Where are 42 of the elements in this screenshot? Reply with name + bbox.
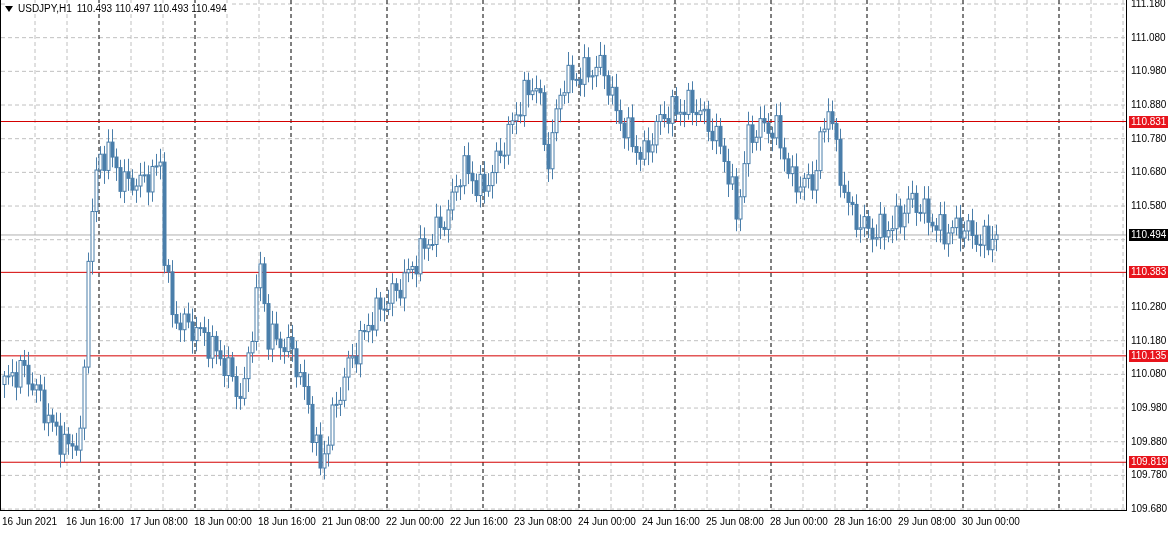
time-axis-label: 18 Jun 16:00: [258, 516, 316, 527]
time-axis-label: 18 Jun 00:00: [194, 516, 252, 527]
symbol-label: USDJPY,H1: [18, 3, 72, 14]
time-axis-label: 25 Jun 08:00: [706, 516, 764, 527]
price-tick-label: 110.280: [1131, 301, 1167, 313]
price-tick-label: 110.080: [1131, 368, 1167, 381]
price-tick-label: 110.580: [1131, 200, 1167, 212]
time-axis-label: 16 Jun 2021: [2, 516, 58, 527]
price-level-label: 110.135: [1129, 349, 1168, 362]
price-tick-label: 111.080: [1131, 31, 1166, 44]
price-tick-label: 109.980: [1131, 402, 1168, 415]
price-level-line[interactable]: [1, 121, 1126, 122]
price-tick-label: 110.980: [1131, 65, 1167, 78]
time-axis-label: 22 Jun 00:00: [386, 516, 444, 527]
price-tick-label: 110.880: [1131, 99, 1167, 111]
ohlc-values: 110.493 110.497 110.493 110.494: [76, 3, 227, 14]
time-axis-label: 24 Jun 16:00: [642, 516, 700, 527]
price-level-line[interactable]: [1, 355, 1126, 357]
price-level-label: 110.383: [1129, 266, 1168, 279]
price-tick-label: 110.680: [1131, 166, 1167, 179]
time-axis-label: 22 Jun 16:00: [450, 516, 508, 527]
time-axis-label: 28 Jun 16:00: [834, 516, 892, 527]
price-tick-label: 110.780: [1131, 132, 1167, 145]
current-price-label: 110.494: [1129, 228, 1168, 241]
time-axis-label: 17 Jun 08:00: [130, 516, 188, 527]
price-tick-label: 109.680: [1131, 503, 1168, 516]
time-axis-label: 16 Jun 16:00: [66, 516, 124, 527]
time-axis-label: 30 Jun 00:00: [962, 516, 1020, 527]
dropdown-triangle-icon[interactable]: [5, 5, 13, 12]
price-tick-label: 109.880: [1131, 435, 1168, 448]
time-axis-label: 23 Jun 08:00: [514, 516, 572, 527]
time-axis-label: 29 Jun 08:00: [898, 516, 956, 527]
price-tick-label: 109.780: [1131, 469, 1168, 482]
price-level-label: 109.819: [1129, 456, 1168, 469]
price-level-label: 110.831: [1129, 115, 1168, 128]
price-tick-label: 110.180: [1131, 334, 1167, 347]
price-level-line[interactable]: [1, 271, 1126, 273]
time-axis-label: 24 Jun 00:00: [578, 516, 636, 527]
time-axis-label: 21 Jun 08:00: [322, 516, 380, 527]
price-level-line[interactable]: [1, 461, 1126, 463]
time-axis-label: 28 Jun 00:00: [770, 516, 828, 527]
price-tick-label: 111.180: [1131, 0, 1166, 10]
